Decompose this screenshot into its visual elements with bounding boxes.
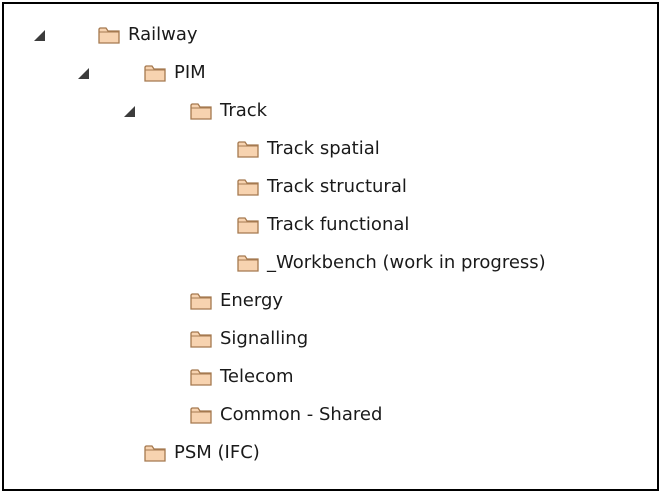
folder-icon	[190, 292, 212, 310]
tree-item-label: Track	[220, 100, 268, 121]
folder-icon	[190, 368, 212, 386]
tree-item-label: Common - Shared	[220, 404, 383, 425]
folder-icon	[144, 444, 166, 462]
folder-icon	[190, 330, 212, 348]
tree-item-telecom[interactable]: Telecom	[4, 360, 644, 396]
folder-icon	[237, 254, 259, 272]
expanded-arrow-icon[interactable]	[122, 104, 138, 120]
tree-item-track[interactable]: Track	[4, 94, 644, 130]
tree-item-pim[interactable]: PIM	[4, 56, 644, 92]
tree-item-label: PIM	[174, 62, 206, 83]
tree-item-label: Track structural	[267, 176, 407, 197]
tree-item-label: PSM (IFC)	[174, 442, 260, 463]
folder-icon	[190, 102, 212, 120]
tree-item-label: _Workbench (work in progress)	[267, 252, 546, 273]
tree-item-signalling[interactable]: Signalling	[4, 322, 644, 358]
tree-item-track-functional[interactable]: Track functional	[4, 208, 644, 244]
folder-icon	[237, 140, 259, 158]
tree-view: Railway PIM Track Track spatial Track st…	[2, 2, 659, 491]
tree-item-track-spatial[interactable]: Track spatial	[4, 132, 644, 168]
folder-icon	[190, 406, 212, 424]
folder-icon	[237, 216, 259, 234]
tree-item-track-structural[interactable]: Track structural	[4, 170, 644, 206]
expanded-arrow-icon[interactable]	[76, 66, 92, 82]
expanded-arrow-icon[interactable]	[32, 28, 48, 44]
tree-item-label: Track functional	[267, 214, 410, 235]
folder-icon	[144, 64, 166, 82]
tree-item-psm-ifc[interactable]: PSM (IFC)	[4, 436, 644, 472]
tree-item-label: Energy	[220, 290, 284, 311]
tree-item-label: Signalling	[220, 328, 309, 349]
folder-icon	[237, 178, 259, 196]
tree-item-energy[interactable]: Energy	[4, 284, 644, 320]
tree-item-common-shared[interactable]: Common - Shared	[4, 398, 644, 434]
tree-item-label: Track spatial	[267, 138, 380, 159]
tree-item-label: Telecom	[220, 366, 294, 387]
tree-item-workbench[interactable]: _Workbench (work in progress)	[4, 246, 644, 282]
tree-item-label: Railway	[128, 24, 198, 45]
folder-icon	[98, 26, 120, 44]
tree-item-railway[interactable]: Railway	[4, 18, 644, 54]
